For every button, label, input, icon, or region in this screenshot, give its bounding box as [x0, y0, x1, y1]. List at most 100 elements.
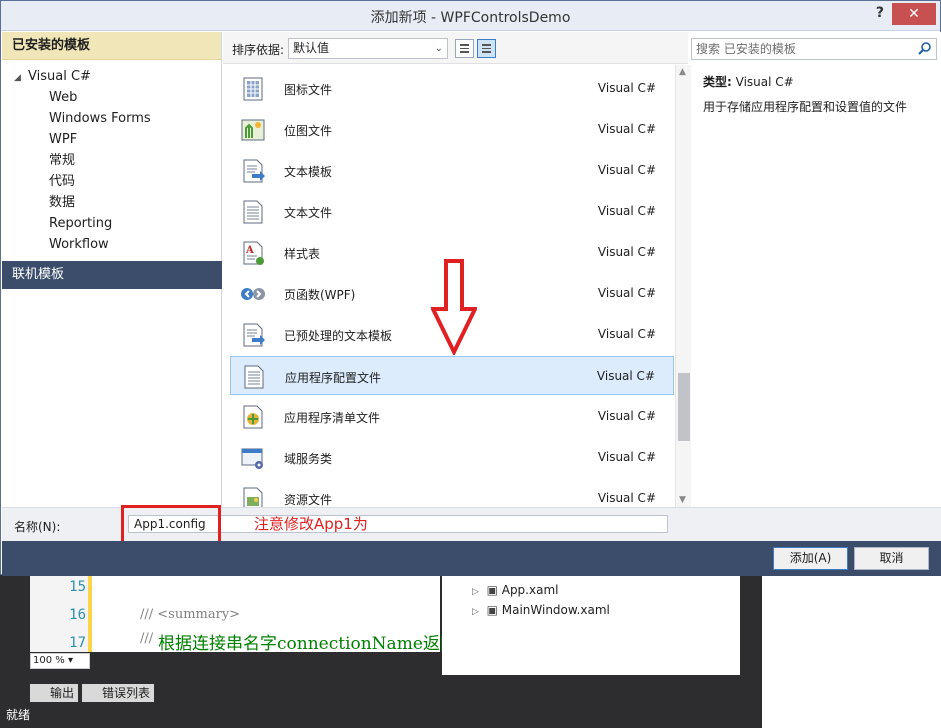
template-item[interactable]: 位图文件 Visual C#: [230, 110, 674, 149]
chevron-down-icon: ⌄: [434, 43, 443, 54]
preprocessed-template-icon: [243, 323, 265, 347]
template-item[interactable]: 文本模板 Visual C#: [230, 151, 674, 190]
template-language: Visual C#: [597, 286, 656, 300]
template-language: Visual C#: [597, 163, 656, 177]
text-file-icon: [243, 200, 263, 224]
template-item[interactable]: 文本文件 Visual C#: [230, 192, 674, 231]
cancel-button[interactable]: 取消: [854, 547, 929, 570]
status-bar: 就绪: [0, 703, 762, 728]
button-bar: 添加(A) 取消: [2, 541, 941, 576]
details-panel: 搜索 已安装的模板 类型: Visual C# 用于存储应用程序配置和设置值的文…: [691, 32, 941, 507]
template-name: 文本模板: [284, 165, 333, 179]
type-info: 类型: Visual C#: [703, 75, 794, 89]
scroll-thumb[interactable]: [678, 373, 690, 441]
close-button[interactable]: ✕: [892, 3, 936, 25]
online-templates-header[interactable]: 联机模板: [2, 261, 222, 289]
line-number: 17: [69, 635, 86, 651]
solution-item[interactable]: ▷ ▣ MainWindow.xaml: [472, 603, 610, 617]
template-category-sidebar: 已安装的模板 ◢ Visual C# Web Windows Forms WPF …: [2, 32, 222, 507]
bitmap-file-icon: [241, 119, 265, 141]
sort-bar: 排序依据: 默认值 ⌄: [223, 32, 688, 64]
tab-output[interactable]: 输出: [30, 684, 79, 702]
tree-node-windows-forms[interactable]: Windows Forms: [2, 108, 221, 129]
template-language: Visual C#: [597, 409, 656, 423]
template-item-selected[interactable]: 应用程序配置文件 Visual C#: [230, 356, 674, 395]
template-name: 已预处理的文本模板: [284, 329, 393, 343]
background-ide: 15 16 17 /// <summary> /// 根据连接串名字connec…: [0, 575, 941, 728]
stylesheet-icon: A: [243, 241, 264, 265]
list-view-button[interactable]: [477, 39, 496, 58]
svg-text:A: A: [245, 245, 254, 256]
template-language: Visual C#: [597, 204, 656, 218]
tree-node-general[interactable]: 常规: [2, 150, 221, 171]
tree-node-web[interactable]: Web: [2, 87, 221, 108]
template-list-scrollbar[interactable]: ▲ ▼: [675, 65, 691, 507]
title-bar: 添加新项 - WPFControlsDemo ? ✕: [1, 1, 940, 31]
template-language: Visual C#: [597, 122, 656, 136]
manifest-file-icon: [243, 405, 263, 429]
change-marker: [88, 575, 92, 652]
category-tree: ◢ Visual C# Web Windows Forms WPF 常规 代码 数…: [2, 60, 221, 255]
add-button[interactable]: 添加(A): [773, 547, 848, 570]
template-description: 用于存储应用程序配置和设置值的文件: [703, 100, 908, 114]
page-function-icon: [241, 288, 265, 300]
tree-node-workflow[interactable]: Workflow: [2, 234, 221, 255]
template-name: 样式表: [284, 247, 321, 261]
code-comment-text: 根据连接串名字connectionName返回: [158, 634, 457, 654]
add-new-item-dialog: 添加新项 - WPFControlsDemo ? ✕ 已安装的模板 ◢ Visua…: [0, 0, 941, 576]
template-name: 域服务类: [284, 452, 333, 466]
line-number: 16: [69, 607, 86, 623]
domain-service-icon: [241, 448, 263, 469]
tree-node-reporting[interactable]: Reporting: [2, 213, 221, 234]
template-name: 应用程序清单文件: [284, 411, 381, 425]
red-highlight-box: [121, 505, 221, 544]
template-item[interactable]: 资源文件 Visual C#: [230, 479, 674, 507]
template-name: 图标文件: [284, 83, 333, 97]
template-name: 页函数(WPF): [284, 288, 356, 302]
solution-item[interactable]: ▷ ▣ App.xaml: [472, 583, 558, 597]
code-comment-prefix: ///: [140, 631, 154, 646]
template-language: Visual C#: [597, 450, 656, 464]
code-summary-comment: /// <summary>: [140, 607, 241, 622]
icon-file-icon: [243, 77, 263, 101]
tree-node-data[interactable]: 数据: [2, 192, 221, 213]
scroll-down-icon[interactable]: ▼: [679, 495, 686, 505]
template-name: 位图文件: [284, 124, 333, 138]
grid-icon: [460, 44, 469, 53]
bottom-tool-tabs: 输出 错误列表: [0, 678, 762, 705]
sort-label: 排序依据:: [232, 43, 285, 57]
tree-node-code[interactable]: 代码: [2, 171, 221, 192]
window-title: 添加新项 - WPFControlsDemo: [370, 10, 571, 26]
template-language: Visual C#: [597, 245, 656, 259]
template-language: Visual C#: [597, 327, 656, 341]
list-icon: [482, 44, 491, 53]
ide-right-area: [762, 575, 941, 728]
scroll-up-icon[interactable]: ▲: [679, 67, 686, 77]
sort-select[interactable]: 默认值 ⌄: [288, 38, 448, 59]
help-button[interactable]: ?: [876, 5, 884, 21]
template-name: 应用程序配置文件: [285, 371, 382, 385]
template-name: 资源文件: [284, 493, 333, 507]
small-icons-view-button[interactable]: [455, 39, 474, 58]
template-item[interactable]: 图标文件 Visual C#: [230, 69, 674, 108]
template-name: 文本文件: [284, 206, 333, 220]
template-language: Visual C#: [597, 491, 656, 505]
expand-triangle-icon[interactable]: ◢: [14, 68, 28, 89]
template-item[interactable]: 应用程序清单文件 Visual C#: [230, 397, 674, 436]
template-item[interactable]: 域服务类 Visual C#: [230, 438, 674, 477]
tab-error-list[interactable]: 错误列表: [82, 684, 155, 702]
tree-node-visual-csharp[interactable]: ◢ Visual C#: [2, 66, 221, 87]
text-template-icon: [243, 159, 265, 183]
red-down-arrow-annotation: [431, 259, 477, 355]
search-icon[interactable]: [918, 41, 932, 55]
search-input[interactable]: 搜索 已安装的模板: [691, 38, 937, 60]
template-language: Visual C#: [597, 81, 656, 95]
line-number: 15: [69, 579, 86, 595]
config-file-icon: [244, 365, 264, 389]
tree-node-wpf[interactable]: WPF: [2, 129, 221, 150]
zoom-select[interactable]: 100 % ▾: [30, 653, 90, 669]
name-label: 名称(N):: [14, 520, 61, 534]
template-language: Visual C#: [596, 369, 655, 383]
installed-templates-header[interactable]: 已安装的模板: [2, 32, 221, 60]
resource-file-icon: [243, 487, 263, 507]
